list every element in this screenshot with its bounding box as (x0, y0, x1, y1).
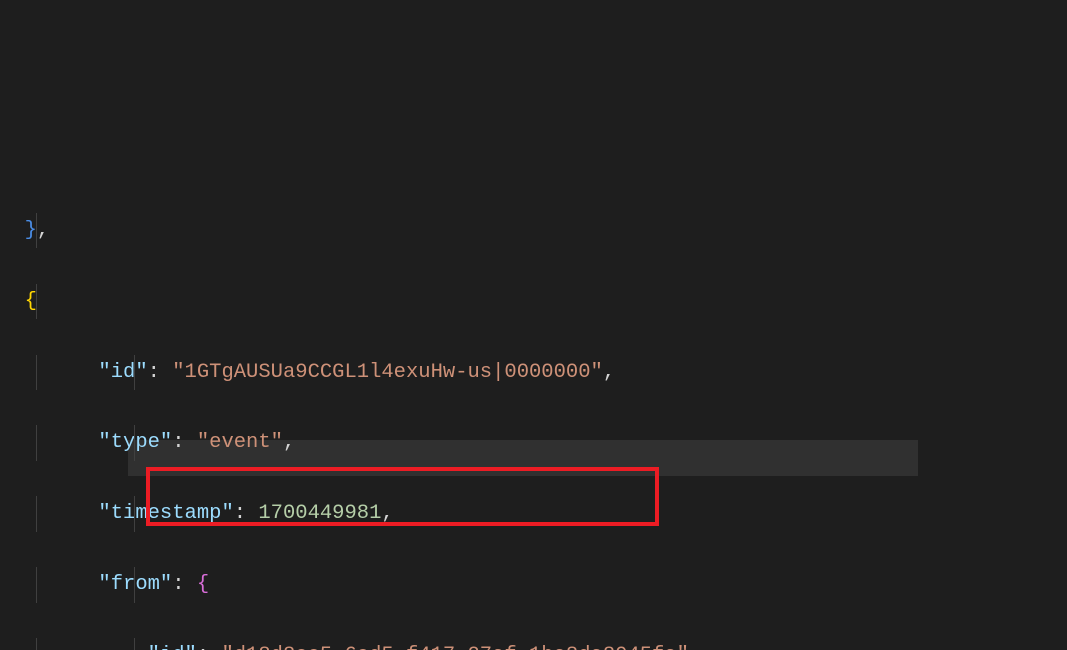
code-line: "timestamp": 1700449981, (0, 496, 1067, 531)
code-line: "id": "d18d8ce5-6ed5-f417-27af-1ba8da804… (0, 638, 1067, 650)
json-value-type: "event" (197, 431, 283, 454)
code-line: { (0, 284, 1067, 319)
code-line: "id": "1GTgAUSUa9CCGL1l4exuHw-us|0000000… (0, 355, 1067, 390)
code-line: "from": { (0, 567, 1067, 602)
json-key-timestamp: "timestamp" (98, 502, 233, 525)
json-value-timestamp: 1700449981 (258, 502, 381, 525)
json-key-id: "id" (98, 361, 147, 384)
json-key-type: "type" (98, 431, 172, 454)
brace-open-inner: { (197, 573, 209, 596)
code-editor[interactable]: }, { "id": "1GTgAUSUa9CCGL1l4exuHw-us|00… (0, 0, 1067, 650)
json-key-from: "from" (98, 573, 172, 596)
code-line: }, (0, 213, 1067, 248)
json-value-id: "1GTgAUSUa9CCGL1l4exuHw-us|0000000" (172, 361, 603, 384)
code-line: "type": "event", (0, 425, 1067, 460)
json-value-from-id: "d18d8ce5-6ed5-f417-27af-1ba8da8045fa" (221, 644, 688, 650)
code-content: }, { "id": "1GTgAUSUa9CCGL1l4exuHw-us|00… (0, 177, 1067, 650)
json-key-from-id: "id" (148, 644, 197, 650)
